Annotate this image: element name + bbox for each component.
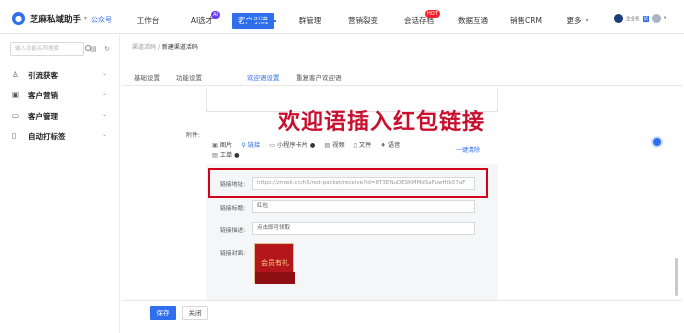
attach-video-button[interactable]: ▤ 视频 — [324, 140, 344, 149]
brand-logo[interactable]: ● 芝麻私域助手 ▾ — [12, 12, 87, 25]
nav-marketing-fission[interactable]: 营销裂变 — [346, 0, 380, 34]
annotation-banner: 欢迎语插入红包链接 — [278, 109, 486, 135]
attach-miniprogram-button[interactable]: ▭ 小程序卡片 ● — [269, 140, 315, 149]
chevron-down-icon[interactable]: ▾ — [84, 15, 87, 22]
account-area[interactable]: 企业名 试 ▾ — [614, 14, 666, 23]
breadcrumb: 渠道活码 / 新建渠道活码 — [132, 42, 198, 51]
attachment-toolbar: ▣ 图片 ⚲ 链接 ▭ 小程序卡片 ● ▤ 视频 ▯ 文件 ♦ 语音 — [212, 140, 400, 149]
calendar-icon: ▣ — [12, 90, 20, 99]
attach-voice-button[interactable]: ♦ 语音 — [380, 140, 400, 149]
tab-basic-settings[interactable]: 基础设置 — [134, 72, 160, 82]
nav-data-interop[interactable]: 数据互通 — [456, 0, 490, 34]
settings-tabs: 基础设置 功能设置 欢迎语设置 重复客户欢迎语 — [122, 64, 682, 86]
function-search-input[interactable]: 输入功能名称搜索 — [10, 42, 91, 56]
tag-icon: ▯ — [12, 131, 17, 140]
tab-welcome-settings[interactable]: 欢迎语设置 — [247, 72, 280, 82]
chevron-down-icon[interactable]: ▾ — [584, 0, 590, 34]
help-icon[interactable]: ● — [234, 152, 239, 159]
link-desc-input[interactable]: 点击即可领取 — [252, 222, 475, 235]
clear-all-link[interactable]: 一键清除 — [456, 145, 480, 154]
nav-sales-crm[interactable]: 销售CRM — [508, 0, 544, 34]
chevron-down-icon[interactable]: ▾ — [664, 16, 666, 21]
sidebar: 输入功能名称搜索 ▤ ↻ ♙ 引流获客 ⌄ ▣ 客户营销 ⌄ ▭ 客户管理 ⌄ … — [0, 34, 120, 333]
cover-envelope-flap — [255, 272, 295, 284]
attach-image-button[interactable]: ▣ 图片 — [212, 140, 232, 149]
link-cover-label: 链接封面: — [220, 251, 246, 257]
enterprise-name: 企业名 — [626, 16, 640, 22]
active-tab-indicator — [242, 20, 276, 22]
attach-link-button[interactable]: ⚲ 链接 — [241, 140, 260, 149]
attachment-label: 附件: — [186, 132, 201, 139]
file-icon: ▯ — [353, 142, 357, 149]
help-icon[interactable]: ● — [310, 142, 315, 149]
brand-icon: ● — [12, 12, 25, 25]
ticket-icon: ▤ — [212, 152, 218, 159]
chevron-down-icon: ⌄ — [102, 70, 108, 77]
microphone-icon: ♦ — [380, 142, 386, 149]
chevron-down-icon: ⌄ — [102, 90, 108, 97]
ticket-label: 工单 — [219, 152, 233, 159]
link-title-label: 链接标题: — [220, 206, 246, 212]
hot-badge: HOT — [425, 10, 440, 18]
link-title-input[interactable]: 红包 — [252, 200, 475, 213]
avatar[interactable] — [652, 14, 661, 23]
sidebar-item-label: 自动打标签 — [28, 132, 66, 141]
breadcrumb-parent[interactable]: 渠道活码 — [132, 44, 156, 51]
image-icon: ▣ — [212, 142, 218, 149]
cover-text: 会员有礼 — [261, 259, 289, 267]
scrollbar-thumb[interactable] — [675, 258, 678, 296]
video-icon: ▤ — [324, 142, 331, 149]
top-navigation-bar: ● 芝麻私域助手 ▾ 公众号 工作台 AI选才 AI 客户引流 群管理 营销裂变… — [0, 0, 684, 34]
sidebar-item-label: 客户管理 — [28, 112, 58, 121]
user-plus-icon: ♙ — [12, 70, 19, 79]
floating-help-button[interactable] — [651, 136, 663, 148]
attach-file-button[interactable]: ▯ 文件 — [354, 140, 372, 149]
save-button[interactable]: 保存 — [150, 306, 176, 320]
trial-badge: 试 — [642, 15, 649, 22]
link-cover-image[interactable]: 会员有礼 — [254, 243, 295, 284]
nav-workbench[interactable]: 工作台 — [135, 0, 161, 34]
enterprise-icon — [614, 14, 623, 23]
chevron-down-icon: ⌄ — [102, 111, 108, 118]
close-button[interactable]: 关闭 — [182, 306, 208, 320]
chevron-down-icon: ⌄ — [102, 131, 108, 138]
ai-badge: AI — [211, 11, 220, 19]
folder-icon: ▭ — [12, 111, 20, 120]
link-icon: ⚲ — [241, 142, 246, 149]
attach-ticket-button[interactable]: ▤ 工单 ● — [212, 150, 240, 159]
refresh-icon[interactable]: ↻ — [104, 45, 110, 53]
search-placeholder: 输入功能名称搜索 — [15, 46, 60, 52]
collapse-icon[interactable]: ▤ — [90, 45, 97, 53]
account-type-link[interactable]: 公众号 — [91, 15, 112, 25]
nav-group-management[interactable]: 群管理 — [297, 0, 323, 34]
miniprogram-icon: ▭ — [269, 142, 276, 149]
highlight-box — [208, 168, 488, 198]
tab-function-settings[interactable]: 功能设置 — [176, 72, 202, 82]
tab-repeat-welcome[interactable]: 重复客户欢迎语 — [296, 72, 342, 82]
sidebar-item-label: 引流获客 — [28, 71, 58, 80]
brand-name: 芝麻私域助手 — [30, 14, 82, 25]
breadcrumb-separator: / — [157, 44, 160, 51]
sidebar-item-label: 客户营销 — [28, 91, 58, 100]
breadcrumb-current: 新建渠道活码 — [161, 44, 198, 51]
nav-more[interactable]: 更多 — [565, 0, 583, 34]
link-desc-label: 链接描述: — [220, 228, 246, 234]
